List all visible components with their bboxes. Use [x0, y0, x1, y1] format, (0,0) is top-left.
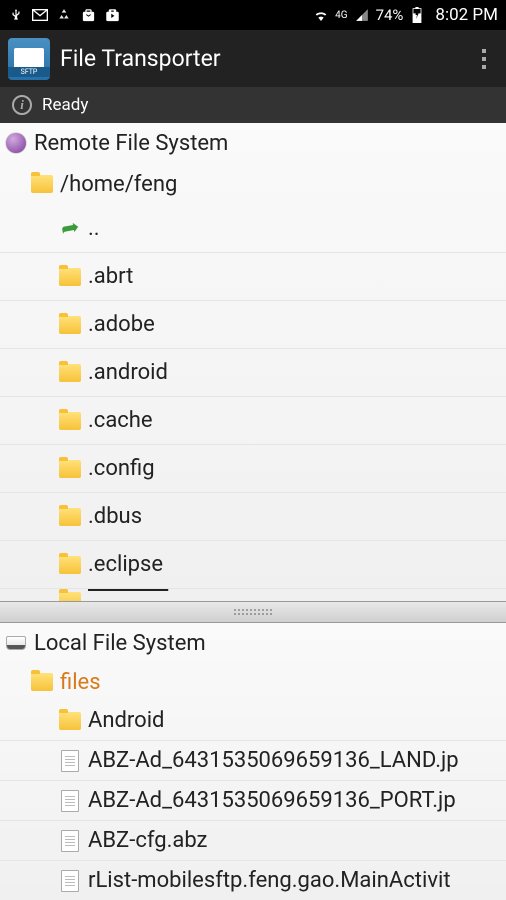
remote-entry[interactable]: .android [0, 349, 506, 397]
status-right-icons: 4G 74% 8:02 PM [313, 5, 498, 25]
folder-icon [59, 412, 81, 430]
remote-root-row[interactable]: Remote File System [0, 123, 506, 163]
file-icon [61, 750, 79, 772]
entry-label: ABZ-Ad_6431535069659136_PORT.jp [88, 788, 456, 813]
entry-label: .eclipse [88, 552, 163, 577]
local-root-row[interactable]: Local File System [0, 623, 506, 663]
disk-icon [6, 636, 26, 650]
local-root-label: Local File System [34, 631, 206, 656]
entry-label: ABZ-Ad_6431535069659136_LAND.jp [88, 748, 459, 773]
folder-icon [59, 460, 81, 478]
battery-pct: 74% [376, 6, 404, 24]
local-panel[interactable]: Local File System files Android ABZ-Ad_64… [0, 623, 506, 900]
remote-entry[interactable]: .adobe [0, 301, 506, 349]
info-icon: i [12, 95, 32, 115]
battery-charging-icon [409, 7, 425, 23]
entry-label: .abrt [88, 264, 133, 289]
shop-icon [80, 7, 96, 23]
file-icon [61, 790, 79, 812]
status-left-icons [8, 7, 120, 23]
wifi-icon [313, 7, 329, 23]
signal-icon [354, 7, 370, 23]
folder-icon [31, 673, 53, 691]
network-label: 4G [335, 10, 347, 21]
entry-label: .cache [88, 408, 153, 433]
app-title: File Transporter [60, 45, 221, 72]
recycle-icon [56, 7, 72, 23]
app-icon: SFTP [8, 38, 50, 80]
entry-label: rList-mobilesftp.feng.gao.MainActivit [88, 868, 451, 893]
local-entry[interactable]: ABZ-Ad_6431535069659136_LAND.jp [0, 741, 506, 781]
remote-entry[interactable]: .dbus [0, 493, 506, 541]
entry-label: .dbus [88, 504, 142, 529]
entry-label: .adobe [88, 312, 155, 337]
remote-panel[interactable]: Remote File System /home/feng ➦ .. .abrt… [0, 123, 506, 601]
local-path-label: files [60, 670, 101, 695]
connection-status-text: Ready [42, 95, 88, 115]
file-icon [61, 870, 79, 892]
remote-path-row[interactable]: /home/feng [0, 163, 506, 205]
entry-label: Android [88, 708, 164, 733]
folder-icon [59, 364, 81, 382]
connection-status-row: i Ready [0, 87, 506, 123]
folder-icon [31, 175, 53, 193]
up-arrow-icon: ➦ [59, 215, 81, 243]
local-entry[interactable]: ABZ-Ad_6431535069659136_PORT.jp [0, 781, 506, 821]
local-entry[interactable]: ABZ-cfg.abz [0, 821, 506, 861]
play-icon [104, 7, 120, 23]
android-status-bar: 4G 74% 8:02 PM [0, 0, 506, 30]
remote-entry[interactable]: .abrt [0, 253, 506, 301]
overflow-menu-button[interactable] [474, 49, 498, 69]
entry-label: .config [88, 456, 155, 481]
folder-icon [59, 268, 81, 286]
folder-icon [59, 712, 81, 730]
local-entry[interactable]: Android [0, 701, 506, 741]
remote-entry[interactable]: .cache [0, 397, 506, 445]
local-entry[interactable]: rList-mobilesftp.feng.gao.MainActivit [0, 861, 506, 900]
remote-path-label: /home/feng [60, 172, 177, 197]
up-directory-row[interactable]: ➦ .. [0, 205, 506, 253]
file-icon [61, 830, 79, 852]
globe-icon [6, 133, 26, 153]
remote-root-label: Remote File System [34, 131, 228, 156]
local-path-row[interactable]: files [0, 663, 506, 701]
up-directory-label: .. [88, 216, 100, 241]
app-bar: SFTP File Transporter [0, 30, 506, 87]
folder-icon [59, 316, 81, 334]
remote-entry[interactable]: .eclipse [0, 541, 506, 589]
folder-icon [59, 508, 81, 526]
partial-row[interactable] [0, 589, 506, 601]
gmail-icon [32, 7, 48, 23]
entry-label: ABZ-cfg.abz [88, 828, 207, 853]
clock: 8:02 PM [435, 5, 498, 25]
entry-label: .android [88, 360, 168, 385]
usb-icon [8, 7, 24, 23]
remote-entry[interactable]: .config [0, 445, 506, 493]
folder-icon [59, 592, 81, 601]
folder-icon [59, 556, 81, 574]
panel-splitter[interactable] [0, 601, 506, 623]
